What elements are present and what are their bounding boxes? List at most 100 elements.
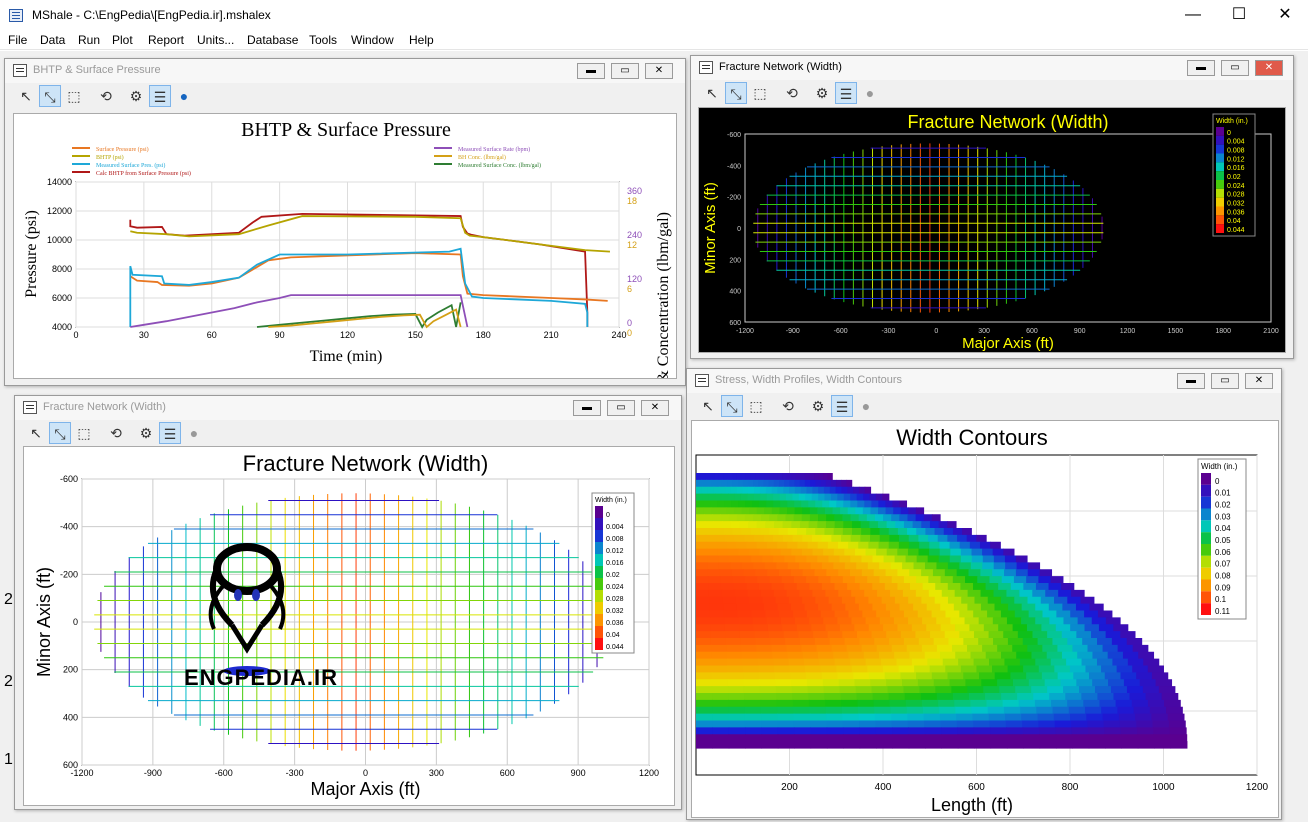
contour-cell — [918, 534, 929, 543]
window-close-button[interactable]: ✕ — [1245, 373, 1273, 389]
contour-cell — [804, 473, 811, 481]
window-titlebar[interactable]: Fracture Network (Width) ▬ ▭ ✕ — [691, 56, 1293, 80]
legend-list-icon[interactable]: ☰ — [159, 422, 181, 444]
contour-cell — [1026, 624, 1042, 632]
zoom-reset-icon[interactable]: ⟲ — [777, 395, 799, 417]
contour-cell — [696, 727, 713, 735]
contour-cell — [920, 693, 938, 701]
zoom-region-icon[interactable]: ⬚ — [73, 422, 95, 444]
location-pin-icon[interactable]: ● — [183, 422, 205, 444]
legend-swatch — [1216, 188, 1224, 198]
menu-units[interactable]: Units... — [197, 33, 234, 47]
contour-cell — [791, 473, 797, 481]
contour-cell — [795, 473, 802, 481]
window-titlebar[interactable]: Fracture Network (Width) ▬ ▭ ✕ — [15, 396, 681, 420]
legend-list-icon[interactable]: ☰ — [149, 85, 171, 107]
zoom-box-icon[interactable]: ⤡ — [725, 82, 747, 104]
settings-gear-icon[interactable]: ⚙ — [807, 395, 829, 417]
contour-cell — [1137, 741, 1155, 749]
contour-cell — [1067, 699, 1084, 708]
settings-gear-icon[interactable]: ⚙ — [135, 422, 157, 444]
location-pin-icon[interactable]: ● — [859, 82, 881, 104]
window-maximize-button[interactable]: ▭ — [1221, 60, 1249, 76]
menu-report[interactable]: Report — [148, 33, 184, 47]
window-close-button[interactable]: ✕ — [1255, 60, 1283, 76]
contour-cell — [888, 528, 899, 536]
menu-tools[interactable]: Tools — [309, 33, 337, 47]
minimize-button[interactable]: — — [1170, 0, 1216, 30]
contour-cell — [859, 741, 877, 749]
window-fracture-network-bottom[interactable]: Fracture Network (Width) ▬ ▭ ✕ ↖ ⤡ ⬚ ⟲ ⚙… — [14, 395, 682, 810]
zoom-box-icon[interactable]: ⤡ — [49, 422, 71, 444]
location-pin-icon[interactable]: ● — [173, 85, 195, 107]
legend-label: 0.02 — [1227, 174, 1241, 181]
window-close-button[interactable]: ✕ — [645, 63, 673, 79]
legend-swatch — [1216, 206, 1224, 216]
legend-list-icon[interactable]: ☰ — [831, 395, 853, 417]
menu-file[interactable]: File — [8, 33, 27, 47]
window-fracture-network-top[interactable]: Fracture Network (Width) ▬ ▭ ✕ ↖ ⤡ ⬚ ⟲ ⚙… — [690, 55, 1294, 359]
menu-database[interactable]: Database — [247, 33, 298, 47]
zoom-box-icon[interactable]: ⤡ — [39, 85, 61, 107]
window-titlebar[interactable]: BHTP & Surface Pressure ▬ ▭ ✕ — [5, 59, 685, 83]
window-width-contours[interactable]: Stress, Width Profiles, Width Contours ▬… — [686, 368, 1282, 820]
window-maximize-button[interactable]: ▭ — [607, 400, 635, 416]
contour-cell — [1105, 741, 1123, 749]
contour-cell — [800, 473, 806, 481]
pointer-icon[interactable]: ↖ — [15, 85, 37, 107]
contour-cell — [968, 569, 981, 577]
contour-cell — [921, 521, 931, 529]
menu-run[interactable]: Run — [78, 33, 100, 47]
menu-window[interactable]: Window — [351, 33, 394, 47]
zoom-reset-icon[interactable]: ⟲ — [781, 82, 803, 104]
menu-plot[interactable]: Plot — [112, 33, 133, 47]
location-pin-icon[interactable]: ● — [855, 395, 877, 417]
contour-cell — [773, 500, 781, 508]
settings-gear-icon[interactable]: ⚙ — [125, 85, 147, 107]
menu-data[interactable]: Data — [40, 33, 65, 47]
contour-cell — [1101, 665, 1118, 673]
zoom-region-icon[interactable]: ⬚ — [63, 85, 85, 107]
contour-cell — [840, 693, 858, 701]
zoom-region-icon[interactable]: ⬚ — [749, 82, 771, 104]
zoom-reset-icon[interactable]: ⟲ — [95, 85, 117, 107]
legend-label: 0 — [606, 512, 610, 519]
zoom-box-icon[interactable]: ⤡ — [721, 395, 743, 417]
window-bhtp[interactable]: BHTP & Surface Pressure ▬ ▭ ✕ ↖ ⤡ ⬚ ⟲ ⚙ … — [4, 58, 686, 386]
menu-help[interactable]: Help — [409, 33, 434, 47]
contour-cell — [945, 665, 962, 673]
window-maximize-button[interactable]: ▭ — [1211, 373, 1239, 389]
contour-cell — [1035, 583, 1050, 591]
window-minimize-button[interactable]: ▬ — [573, 400, 601, 416]
contour-cell — [1071, 727, 1089, 735]
contour-cell — [899, 500, 908, 508]
window-minimize-button[interactable]: ▬ — [1187, 60, 1215, 76]
legend-list-icon[interactable]: ☰ — [835, 82, 857, 104]
contour-cell — [1018, 699, 1036, 708]
contour-cell — [1079, 686, 1096, 694]
contour-cell — [712, 720, 730, 728]
window-minimize-button[interactable]: ▬ — [577, 63, 605, 79]
contour-cell — [1006, 589, 1020, 598]
y-axis-label: Minor Axis (ft) — [34, 567, 54, 677]
window-close-button[interactable]: ✕ — [641, 400, 669, 416]
contour-cell — [727, 473, 733, 481]
zoom-reset-icon[interactable]: ⟲ — [105, 422, 127, 444]
close-button[interactable]: ✕ — [1262, 0, 1308, 30]
pointer-icon[interactable]: ↖ — [25, 422, 47, 444]
legend-swatch — [1216, 162, 1224, 172]
window-titlebar[interactable]: Stress, Width Profiles, Width Contours ▬… — [687, 369, 1281, 393]
settings-gear-icon[interactable]: ⚙ — [811, 82, 833, 104]
contour-cell — [859, 727, 877, 735]
contour-cell — [883, 514, 892, 522]
pointer-icon[interactable]: ↖ — [701, 82, 723, 104]
window-minimize-button[interactable]: ▬ — [1177, 373, 1205, 389]
contour-cell — [705, 528, 715, 536]
zoom-region-icon[interactable]: ⬚ — [745, 395, 767, 417]
maximize-button[interactable]: ☐ — [1216, 0, 1262, 30]
pointer-icon[interactable]: ↖ — [697, 395, 719, 417]
contour-cell — [949, 679, 967, 687]
window-maximize-button[interactable]: ▭ — [611, 63, 639, 79]
legend-label: 0.008 — [606, 536, 624, 543]
y-tick-label: 4000 — [52, 322, 72, 332]
